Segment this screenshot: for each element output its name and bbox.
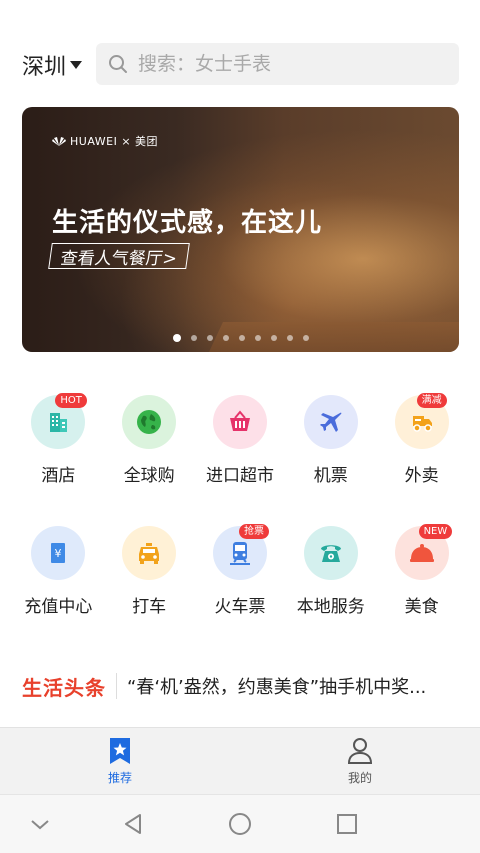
grab-ticket-badge: 抢票 (238, 524, 269, 539)
service-label: 酒店 (41, 466, 76, 486)
discount-badge: 满减 (416, 393, 447, 408)
service-label: 全球购 (123, 466, 175, 486)
carousel-dot[interactable] (172, 334, 181, 342)
carousel-dot[interactable] (254, 335, 261, 341)
caret-down-icon (70, 61, 83, 69)
system-navigation-bar (0, 794, 480, 853)
basket-circle (212, 395, 267, 449)
service-takeout[interactable]: 满减 外卖 (376, 393, 467, 486)
back-triangle-icon[interactable] (121, 812, 145, 836)
banner-brand-text: HUAWEI × 美团 (70, 135, 159, 148)
news-divider (116, 673, 117, 699)
person-icon (347, 738, 373, 764)
taxi-icon (139, 543, 160, 564)
globe-circle (122, 395, 177, 449)
service-label: 机票 (313, 466, 348, 486)
service-label: 美食 (404, 597, 439, 617)
star-bookmark-icon (110, 738, 130, 764)
carousel-dot[interactable] (270, 335, 277, 341)
globe-icon (137, 410, 162, 434)
city-selector[interactable]: 深圳 (22, 49, 83, 81)
hotel-icon (50, 413, 68, 432)
tab-label: 推荐 (107, 771, 132, 785)
hot-badge: HOT (55, 393, 87, 408)
tab-label: 我的 (347, 771, 372, 785)
food-circle: NEW (394, 524, 453, 580)
service-label: 进口超市 (205, 466, 274, 486)
service-taxi[interactable]: 打车 (104, 526, 195, 617)
header: 深圳 (0, 40, 480, 88)
service-recharge[interactable]: ¥ 充值中心 (13, 526, 104, 617)
carousel-dot[interactable] (206, 335, 213, 341)
promo-banner[interactable]: HUAWEI × 美团 生活的仪式感，在这儿 查看人气餐厅> (22, 107, 459, 352)
recharge-icon: ¥ (51, 543, 66, 563)
carousel-dot[interactable] (286, 335, 293, 341)
banner-headline: 生活的仪式感，在这儿 (52, 208, 323, 238)
hotel-circle: HOT (31, 393, 87, 449)
huawei-logo-icon (52, 137, 66, 146)
phone-circle (303, 526, 358, 580)
service-label: 充值中心 (24, 597, 93, 617)
search-input[interactable] (138, 53, 438, 75)
bottom-tab-bar: 推荐 我的 (0, 727, 480, 794)
news-tag: 生活头条 (22, 675, 106, 700)
news-ticker: 生活头条 “春‘机’盎然，约惠美食”抽手机中奖... (22, 670, 462, 702)
app-screen: 深圳 HUAWEI × 美团 生活的仪式感，在这儿 查看人气餐厅> (0, 0, 480, 853)
services-row-2: ¥ 充值中心 打车 抢票 火车票 本地服务 NEW 美食 (13, 524, 467, 617)
carousel-dot[interactable] (302, 335, 309, 341)
search-icon (109, 55, 127, 73)
carousel-dot[interactable] (222, 335, 229, 341)
carousel-dot[interactable] (238, 335, 245, 341)
train-circle: 抢票 (212, 524, 269, 580)
banner-cta-button[interactable]: 查看人气餐厅> (48, 243, 191, 269)
svg-text:¥: ¥ (55, 547, 62, 560)
service-local[interactable]: 本地服务 (285, 526, 376, 617)
tab-recommend[interactable]: 推荐 (0, 728, 240, 794)
city-name: 深圳 (22, 55, 67, 80)
service-import-supermarket[interactable]: 进口超市 (195, 395, 286, 486)
carousel-dot[interactable] (190, 335, 197, 341)
service-label: 火车票 (214, 597, 266, 617)
home-circle-icon[interactable] (228, 812, 252, 836)
recharge-circle: ¥ (31, 526, 86, 580)
recents-square-icon[interactable] (335, 812, 359, 836)
taxi-circle (122, 526, 177, 580)
airplane-icon (319, 412, 342, 432)
service-label: 外卖 (404, 466, 439, 486)
service-label: 本地服务 (296, 597, 365, 617)
service-hotel[interactable]: HOT 酒店 (13, 393, 104, 486)
service-label: 打车 (132, 597, 167, 617)
basket-icon (229, 410, 250, 431)
search-bar[interactable] (96, 43, 459, 85)
food-cloche-icon (409, 544, 434, 562)
train-icon (229, 542, 250, 565)
carousel-indicator (22, 334, 459, 342)
tab-mine[interactable]: 我的 (240, 728, 480, 794)
services-row-1: HOT 酒店 全球购 进口超市 机票 满减 外卖 (13, 393, 467, 486)
phone-icon (320, 545, 341, 562)
chevron-down-icon[interactable] (28, 812, 52, 836)
news-headline[interactable]: “春‘机’盎然，约惠美食”抽手机中奖... (127, 673, 457, 699)
new-badge: NEW (418, 524, 453, 539)
delivery-circle: 满减 (394, 393, 449, 449)
service-global-shopping[interactable]: 全球购 (104, 395, 195, 486)
banner-brand: HUAWEI × 美团 (52, 133, 158, 149)
service-flights[interactable]: 机票 (285, 395, 376, 486)
delivery-icon (412, 416, 432, 432)
airplane-circle (303, 395, 358, 449)
service-food[interactable]: NEW 美食 (376, 524, 467, 617)
service-train-tickets[interactable]: 抢票 火车票 (195, 524, 286, 617)
